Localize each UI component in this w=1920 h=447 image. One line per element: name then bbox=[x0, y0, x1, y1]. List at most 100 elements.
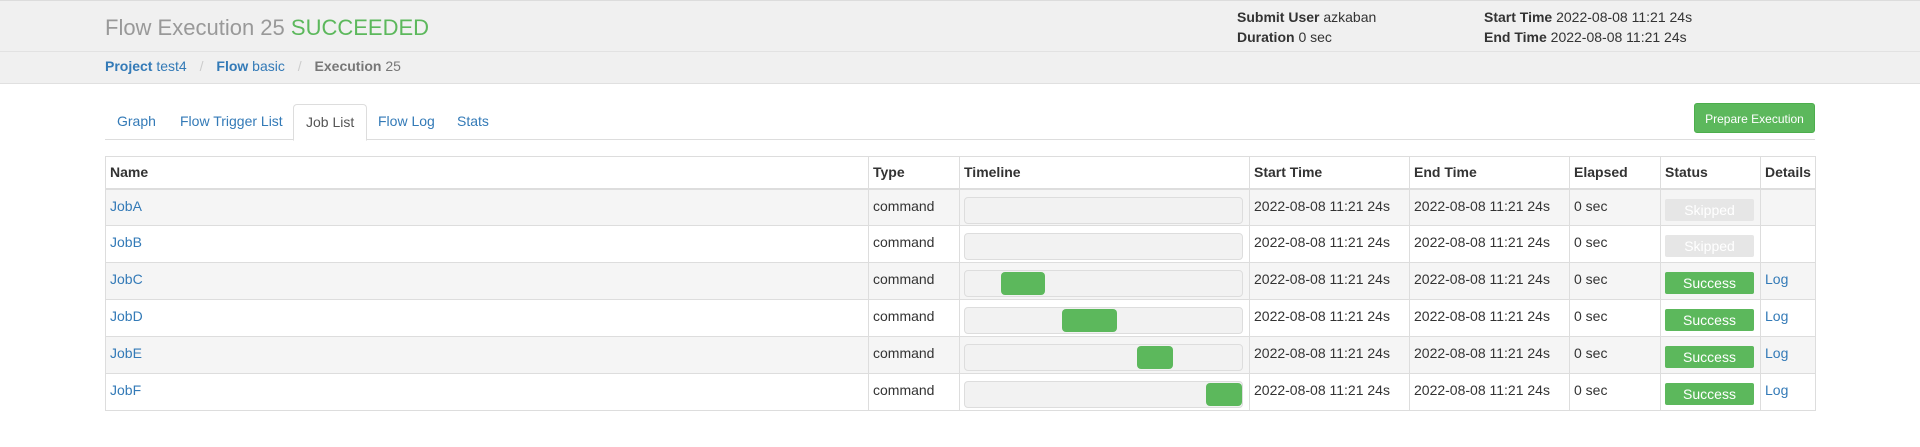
table-row: JobE command 2022-08-08 11:21 24s 2022-08-0… bbox=[105, 336, 1816, 374]
duration-label: Duration bbox=[1237, 29, 1295, 45]
column-header-status[interactable]: Status bbox=[1660, 156, 1761, 190]
job-timeline bbox=[959, 188, 1250, 226]
job-name-link[interactable]: JobD bbox=[110, 308, 143, 324]
status-badge: Success bbox=[1665, 272, 1754, 294]
flow-header: Flow Execution 25 SUCCEEDED Submit User … bbox=[0, 0, 1920, 52]
job-name-link[interactable]: JobC bbox=[110, 271, 143, 287]
job-log-link[interactable]: Log bbox=[1765, 382, 1788, 398]
job-type: command bbox=[868, 373, 960, 411]
breadcrumb-flow-link[interactable]: Flow basic bbox=[216, 58, 288, 74]
column-header-details[interactable]: Details bbox=[1760, 156, 1816, 190]
job-status-cell: Success bbox=[1660, 262, 1761, 300]
timeline-track bbox=[964, 307, 1243, 334]
column-header-type[interactable]: Type bbox=[868, 156, 960, 190]
start-time-label: Start Time bbox=[1484, 9, 1553, 25]
start-time: Start Time 2022-08-08 11:21 24s bbox=[1484, 9, 1692, 25]
job-elapsed: 0 sec bbox=[1569, 373, 1661, 411]
job-name-link[interactable]: JobB bbox=[110, 234, 142, 250]
job-name-cell: JobB bbox=[105, 225, 869, 263]
execution-status: SUCCEEDED bbox=[290, 15, 430, 40]
flow-execution-title: Flow Execution 25 bbox=[105, 15, 285, 40]
job-elapsed: 0 sec bbox=[1569, 188, 1661, 226]
breadcrumb: Project test4 / Flow basic / Execution 2… bbox=[105, 58, 401, 74]
job-type: command bbox=[868, 225, 960, 263]
tab-job-list[interactable]: Job List bbox=[293, 104, 368, 141]
job-start-time: 2022-08-08 11:21 24s bbox=[1249, 262, 1410, 300]
timeline-bar bbox=[1206, 383, 1242, 406]
timeline-track bbox=[964, 196, 1243, 224]
job-name-cell: JobC bbox=[105, 262, 869, 300]
timeline-bar bbox=[1137, 346, 1173, 369]
tab-flow-log[interactable]: Flow Log bbox=[366, 104, 447, 140]
job-name-link[interactable]: JobA bbox=[110, 198, 142, 214]
job-details-cell: Log bbox=[1760, 262, 1816, 300]
prepare-execution-button[interactable]: Prepare Execution bbox=[1694, 103, 1815, 133]
column-header-elapsed[interactable]: Elapsed bbox=[1569, 156, 1661, 190]
status-badge: Skipped bbox=[1665, 198, 1754, 221]
job-name-link[interactable]: JobE bbox=[110, 345, 142, 361]
job-status-cell: Skipped bbox=[1660, 188, 1761, 226]
job-elapsed: 0 sec bbox=[1569, 225, 1661, 263]
breadcrumb-project-link[interactable]: Project test4 bbox=[105, 58, 191, 74]
job-timeline bbox=[959, 262, 1250, 300]
status-badge: Success bbox=[1665, 309, 1754, 331]
job-log-link[interactable]: Log bbox=[1765, 345, 1788, 361]
job-name-cell: JobE bbox=[105, 336, 869, 374]
job-type: command bbox=[868, 299, 960, 337]
table-header-row: Name Type Timeline Start Time End Time E… bbox=[105, 156, 1816, 190]
column-header-start-time[interactable]: Start Time bbox=[1249, 156, 1410, 190]
duration: Duration 0 sec bbox=[1237, 29, 1332, 45]
job-status-cell: Skipped bbox=[1660, 225, 1761, 263]
job-elapsed: 0 sec bbox=[1569, 262, 1661, 300]
breadcrumb-separator: / bbox=[297, 58, 302, 74]
submit-user-label: Submit User bbox=[1237, 9, 1320, 25]
job-elapsed: 0 sec bbox=[1569, 299, 1661, 337]
job-end-time: 2022-08-08 11:21 24s bbox=[1409, 373, 1570, 411]
start-time-value: 2022-08-08 11:21 24s bbox=[1556, 9, 1693, 25]
status-badge: Success bbox=[1665, 383, 1754, 405]
timeline-bar bbox=[1001, 272, 1045, 295]
job-type: command bbox=[868, 262, 960, 300]
job-type: command bbox=[868, 188, 960, 226]
tab-graph[interactable]: Graph bbox=[105, 104, 168, 140]
breadcrumb-project-label: Project bbox=[105, 58, 153, 74]
job-end-time: 2022-08-08 11:21 24s bbox=[1409, 225, 1570, 263]
job-status-cell: Success bbox=[1660, 299, 1761, 337]
table-row: JobB command 2022-08-08 11:21 24s 2022-08-0… bbox=[105, 225, 1816, 263]
table-row: JobD command 2022-08-08 11:21 24s 2022-08-0… bbox=[105, 299, 1816, 337]
job-log-link[interactable]: Log bbox=[1765, 271, 1788, 287]
table-row: JobF command 2022-08-08 11:21 24s 2022-08-0… bbox=[105, 373, 1816, 411]
column-header-end-time[interactable]: End Time bbox=[1409, 156, 1570, 190]
job-details-cell bbox=[1760, 225, 1816, 263]
job-end-time: 2022-08-08 11:21 24s bbox=[1409, 262, 1570, 300]
timeline-track bbox=[964, 233, 1243, 260]
job-timeline bbox=[959, 373, 1250, 411]
job-details-cell: Log bbox=[1760, 373, 1816, 411]
job-status-cell: Success bbox=[1660, 373, 1761, 411]
timeline-bar bbox=[1062, 309, 1117, 332]
breadcrumb-bar: Project test4 / Flow basic / Execution 2… bbox=[0, 52, 1920, 84]
job-name-link[interactable]: JobF bbox=[110, 382, 141, 398]
job-rows: JobA command 2022-08-08 11:21 24s 2022-08-0… bbox=[105, 188, 1816, 411]
job-start-time: 2022-08-08 11:21 24s bbox=[1249, 188, 1410, 226]
table-row: JobA command 2022-08-08 11:21 24s 2022-08-0… bbox=[105, 188, 1816, 226]
page-title: Flow Execution 25 SUCCEEDED bbox=[105, 15, 429, 41]
timeline-track bbox=[964, 270, 1243, 297]
job-details-cell: Log bbox=[1760, 336, 1816, 374]
end-time-label: End Time bbox=[1484, 29, 1547, 45]
column-header-name[interactable]: Name bbox=[105, 156, 869, 190]
job-details-cell bbox=[1760, 188, 1816, 226]
execution-tabs: Graph Flow Trigger List Job List Flow Lo… bbox=[105, 104, 1815, 141]
status-badge: Success bbox=[1665, 346, 1754, 368]
job-elapsed: 0 sec bbox=[1569, 336, 1661, 374]
job-timeline bbox=[959, 336, 1250, 374]
job-log-link[interactable]: Log bbox=[1765, 308, 1788, 324]
tab-flow-trigger-list[interactable]: Flow Trigger List bbox=[168, 104, 295, 140]
column-header-timeline[interactable]: Timeline bbox=[959, 156, 1250, 190]
job-name-cell: JobF bbox=[105, 373, 869, 411]
job-timeline bbox=[959, 299, 1250, 337]
job-start-time: 2022-08-08 11:21 24s bbox=[1249, 373, 1410, 411]
job-name-cell: JobA bbox=[105, 188, 869, 226]
tab-stats[interactable]: Stats bbox=[445, 104, 501, 140]
job-timeline bbox=[959, 225, 1250, 263]
